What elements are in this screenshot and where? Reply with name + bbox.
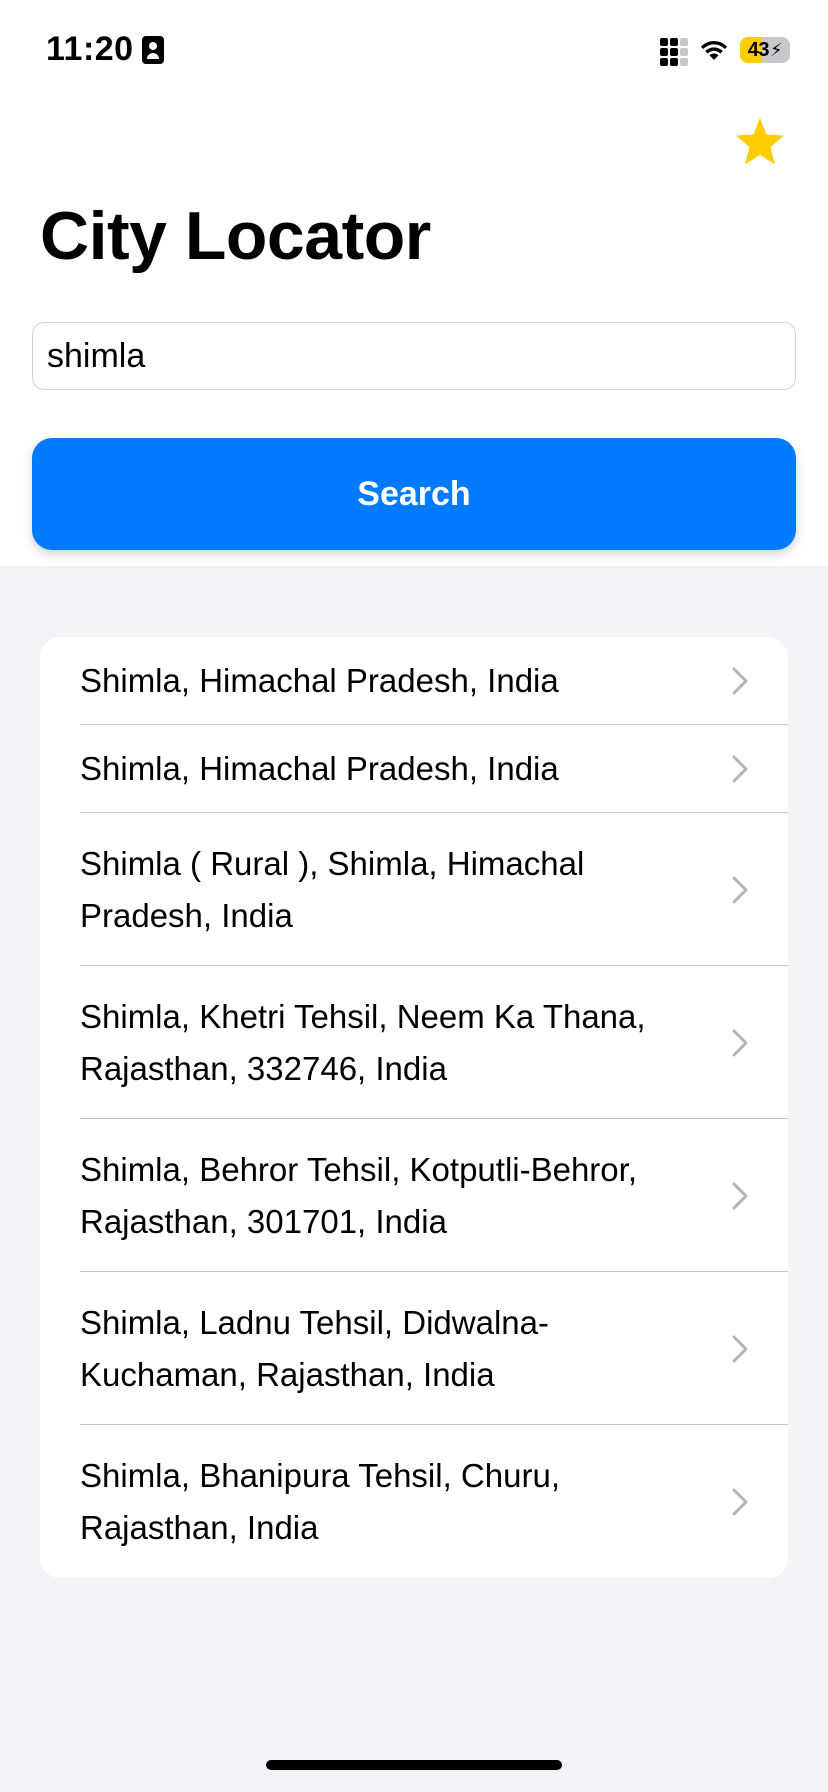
status-bar-indicators: 43 ⚡ bbox=[660, 36, 790, 66]
list-item[interactable]: Shimla ( Rural ), Shimla, Himachal Prade… bbox=[40, 813, 788, 966]
list-item[interactable]: Shimla, Himachal Pradesh, India bbox=[40, 725, 788, 813]
star-icon bbox=[736, 118, 784, 165]
chevron-right-icon bbox=[732, 1335, 748, 1363]
chevron-right-icon bbox=[732, 667, 748, 695]
status-bar-time: 11:20 bbox=[46, 30, 164, 69]
list-item[interactable]: Shimla, Behror Tehsil, Kotputli-Behror, … bbox=[40, 1119, 788, 1272]
chevron-right-icon bbox=[732, 1182, 748, 1210]
cellular-signal-icon bbox=[660, 38, 688, 66]
result-label: Shimla, Ladnu Tehsil, Didwalna-Kuchaman,… bbox=[80, 1303, 549, 1393]
contact-card-icon bbox=[141, 35, 164, 64]
result-label: Shimla, Khetri Tehsil, Neem Ka Thana, Ra… bbox=[80, 997, 646, 1087]
list-item[interactable]: Shimla, Himachal Pradesh, India bbox=[40, 637, 788, 725]
result-label: Shimla, Himachal Pradesh, India bbox=[80, 662, 559, 699]
list-item[interactable]: Shimla, Ladnu Tehsil, Didwalna-Kuchaman,… bbox=[40, 1272, 788, 1425]
chevron-right-icon bbox=[732, 1488, 748, 1516]
search-button[interactable]: Search bbox=[32, 438, 796, 550]
clock-label: 11:20 bbox=[46, 30, 134, 68]
list-item[interactable]: Shimla, Bhanipura Tehsil, Churu, Rajasth… bbox=[40, 1425, 788, 1578]
favorites-button[interactable] bbox=[734, 116, 786, 168]
chevron-right-icon bbox=[732, 755, 748, 783]
battery-icon: 43 ⚡ bbox=[740, 37, 790, 63]
list-item[interactable]: Shimla, Khetri Tehsil, Neem Ka Thana, Ra… bbox=[40, 966, 788, 1119]
chevron-right-icon bbox=[732, 1029, 748, 1057]
header-area: 11:20 43 ⚡ City Locator Search bbox=[0, 0, 828, 566]
chevron-right-icon bbox=[732, 876, 748, 904]
search-input[interactable] bbox=[32, 322, 796, 390]
result-label: Shimla, Himachal Pradesh, India bbox=[80, 750, 559, 787]
wifi-icon bbox=[698, 38, 730, 62]
home-indicator[interactable] bbox=[266, 1760, 562, 1770]
results-list: Shimla, Himachal Pradesh, India Shimla, … bbox=[40, 637, 788, 1578]
battery-level: 43 bbox=[747, 38, 770, 61]
result-label: Shimla, Bhanipura Tehsil, Churu, Rajasth… bbox=[80, 1456, 560, 1546]
page-title: City Locator bbox=[40, 198, 431, 274]
result-label: Shimla, Behror Tehsil, Kotputli-Behror, … bbox=[80, 1150, 637, 1240]
result-label: Shimla ( Rural ), Shimla, Himachal Prade… bbox=[80, 844, 585, 934]
